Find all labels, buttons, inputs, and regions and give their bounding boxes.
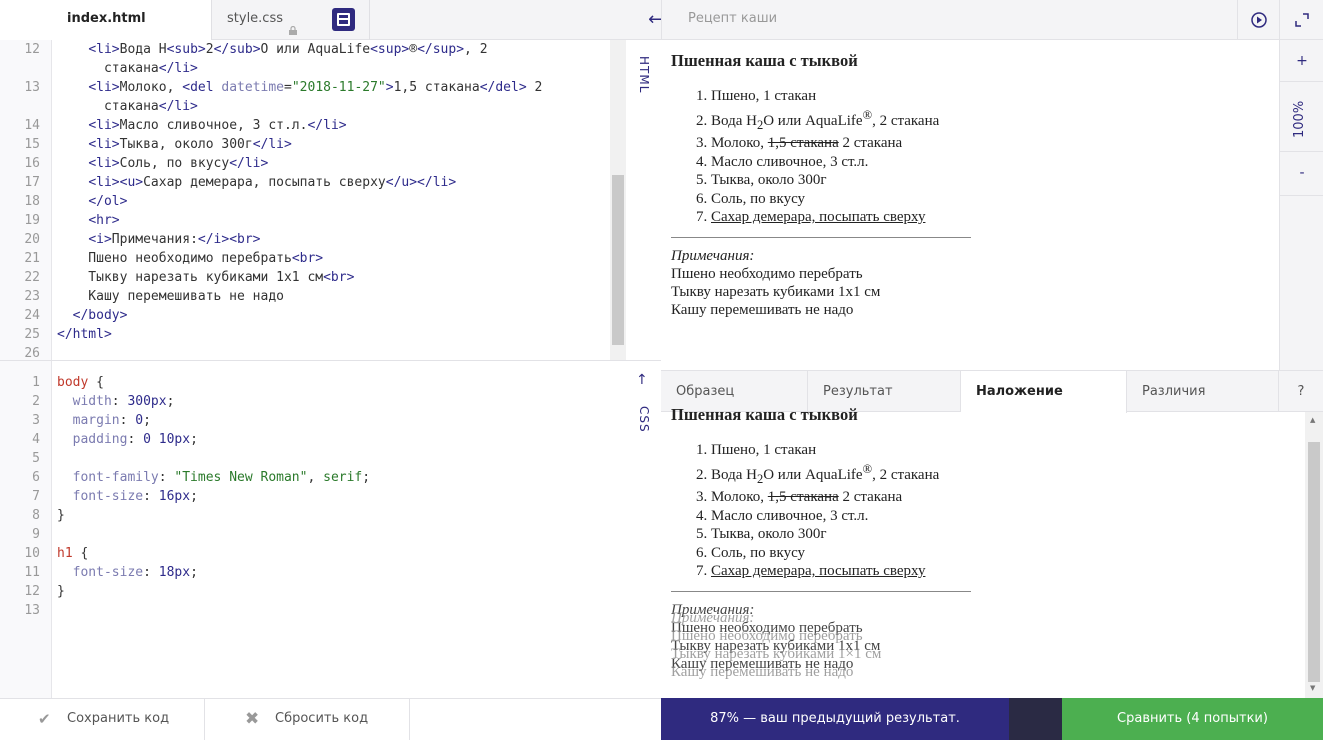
list-item: Пшено, 1 стакан xyxy=(711,441,1301,460)
preview-result: Пшенная каша с тыквой Пшено, 1 стакан Во… xyxy=(671,51,1271,319)
line-number: 19 xyxy=(24,213,40,228)
line-number: 23 xyxy=(24,289,40,304)
compare-button[interactable]: Сравнить (4 попытки) xyxy=(1062,698,1323,740)
list-item: Молоко, 1,5 стакана 2 стакана xyxy=(711,488,1301,507)
reset-code-button[interactable]: ✖ Сбросить код xyxy=(205,698,410,740)
tab-index-label: index.html xyxy=(67,11,146,26)
overlay-ingredient-list: Пшено, 1 стакан Вода H2O или AquaLife®, … xyxy=(671,441,1301,581)
editor-tab-bar: index.html style.css xyxy=(0,0,661,40)
tab-index-html[interactable]: index.html xyxy=(0,0,212,40)
line-number: 3 xyxy=(32,413,40,428)
list-item: Молоко, 1,5 стакана 2 стакана xyxy=(711,134,1271,153)
line-number: 6 xyxy=(32,470,40,485)
lock-icon xyxy=(289,13,297,35)
list-item: Соль, по вкусу xyxy=(711,544,1301,563)
line-number: 4 xyxy=(32,432,40,447)
line-number: 10 xyxy=(24,546,40,561)
divider xyxy=(671,236,971,238)
preview-scrollbar[interactable]: ▲ ▼ xyxy=(1305,412,1323,698)
html-editor[interactable]: 12 13 14 15 16 17 18 19 20 21 22 23 24 25 26 <li>Вода … xyxy=(0,40,661,361)
notes: Примечания: Пшено необходимо перебрать Т… xyxy=(671,247,881,318)
line-number: 21 xyxy=(24,251,40,266)
list-item: Тыква, около 300г xyxy=(711,525,1301,544)
html-scrollbar[interactable] xyxy=(610,40,626,360)
tab-style-label: style.css xyxy=(227,11,283,26)
scroll-up-icon[interactable]: ↑ xyxy=(636,372,648,388)
line-number: 1 xyxy=(32,375,40,390)
list-item: Соль, по вкусу xyxy=(711,190,1271,209)
zoom-rail: + - xyxy=(1279,0,1323,370)
line-number: 7 xyxy=(32,489,40,504)
line-number: 12 xyxy=(24,42,40,57)
html-side-label: HTML xyxy=(637,56,651,94)
line-number: 13 xyxy=(24,603,40,618)
overlay-divider xyxy=(671,590,971,592)
preview-heading: Пшенная каша с тыквой xyxy=(671,51,858,70)
line-number: 17 xyxy=(24,175,40,190)
overlay-notes: Примечания: Пшено необходимо перебрать Т… xyxy=(671,601,882,680)
css-editor[interactable]: 1 2 3 4 5 6 7 8 9 10 11 12 13 body { width: 300px; m… xyxy=(0,361,661,698)
line-number: 8 xyxy=(32,508,40,523)
line-number: 9 xyxy=(32,527,40,542)
check-icon: ✔ xyxy=(38,710,51,728)
line-number: 13 xyxy=(24,80,40,95)
list-item: Масло сливочное, 3 ст.л. xyxy=(711,507,1301,526)
list-item: Сахар демерара, посыпать сверху xyxy=(711,562,1301,581)
list-item: Масло сливочное, 3 ст.л. xyxy=(711,153,1271,172)
close-icon: ✖ xyxy=(245,709,260,729)
zoom-level: 100% xyxy=(1292,100,1307,138)
expand-button[interactable] xyxy=(1280,0,1323,40)
line-number: 11 xyxy=(24,565,40,580)
line-number: 25 xyxy=(24,327,40,342)
line-number: 12 xyxy=(24,584,40,599)
line-number: 15 xyxy=(24,137,40,152)
zoom-in-button[interactable]: + xyxy=(1280,40,1323,82)
expand-icon xyxy=(1295,13,1309,27)
line-number: 14 xyxy=(24,118,40,133)
line-number: 22 xyxy=(24,270,40,285)
html-scroll-thumb[interactable] xyxy=(612,175,624,345)
result-divider xyxy=(1009,698,1062,740)
css-code[interactable]: body { width: 300px; margin: 0; padding:… xyxy=(57,373,370,601)
save-code-button[interactable]: ✔ Сохранить код xyxy=(0,698,205,740)
overlay-heading: Пшенная каша с тыквой xyxy=(671,405,858,424)
line-number: 16 xyxy=(24,156,40,171)
css-side-label: CSS xyxy=(637,406,651,433)
preview-title: Рецепт каши xyxy=(688,11,778,26)
play-button[interactable] xyxy=(1237,0,1279,40)
line-number: 5 xyxy=(32,451,40,466)
line-number: 26 xyxy=(24,346,40,361)
preview-scroll-thumb[interactable] xyxy=(1308,442,1320,682)
zoom-out-button[interactable]: - xyxy=(1280,152,1323,196)
preview-overlay: Пшенная каша с тыквой Пшено, 1 стакан Во… xyxy=(671,405,1301,698)
list-item: Сахар демерара, посыпать сверху xyxy=(711,208,1271,227)
line-number: 2 xyxy=(32,394,40,409)
line-number: 20 xyxy=(24,232,40,247)
line-number: 18 xyxy=(24,194,40,209)
play-icon xyxy=(1251,12,1267,28)
save-code-label: Сохранить код xyxy=(67,711,170,726)
list-item: Тыква, около 300г xyxy=(711,171,1271,190)
list-item: Пшено, 1 стакан xyxy=(711,87,1271,106)
ingredient-list: Пшено, 1 стакан Вода H2O или AquaLife®, … xyxy=(671,87,1271,227)
previous-result: 87% — ваш предыдущий результат. xyxy=(661,698,1009,740)
list-item: Вода H2O или AquaLife®, 2 стакана xyxy=(711,106,1271,135)
line-number: 24 xyxy=(24,308,40,323)
list-item: Вода H2O или AquaLife®, 2 стакана xyxy=(711,460,1301,489)
html-code[interactable]: <li>Вода H<sub>2</sub>O или AquaLife<sup… xyxy=(57,40,542,344)
reset-code-label: Сбросить код xyxy=(275,711,369,726)
split-view-button[interactable] xyxy=(332,8,355,31)
